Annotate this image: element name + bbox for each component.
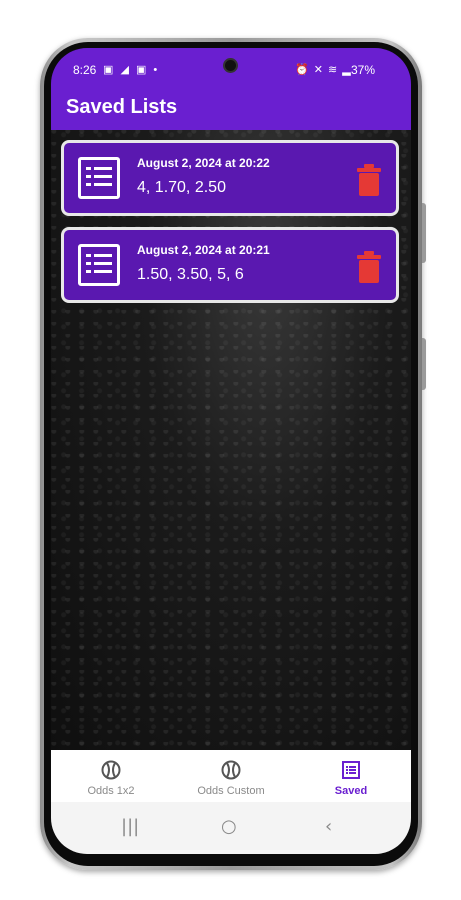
background-texture (51, 130, 411, 750)
nav-label: Odds Custom (197, 785, 265, 797)
nav-saved[interactable]: Saved (291, 750, 411, 802)
system-navigation-bar: ||| ○ ‹ (51, 802, 411, 854)
recent-apps-button[interactable]: ||| (121, 816, 139, 837)
list-icon (78, 157, 120, 199)
nav-odds-custom[interactable]: Odds Custom (171, 750, 291, 802)
soccer-ball-icon (101, 760, 121, 780)
saved-list-card[interactable]: August 2, 2024 at 20:21 1.50, 3.50, 5, 6 (61, 227, 399, 303)
nav-odds-1x2[interactable]: Odds 1x2 (51, 750, 171, 802)
nav-label: Odds 1x2 (87, 785, 135, 797)
delete-icon[interactable] (356, 250, 382, 284)
front-camera (223, 58, 238, 73)
list-icon (78, 244, 120, 286)
screen: 8:26 ▣ ◢ ▣ • ⏰ ✕ ≋ ▂ 37% Saved Lists Aug… (51, 48, 411, 854)
saved-list-card[interactable]: August 2, 2024 at 20:22 4, 1.70, 2.50 (61, 140, 399, 216)
power-button (422, 338, 426, 390)
battery-level: 37% (351, 63, 376, 77)
page-title: Saved Lists (66, 96, 178, 118)
notification-icons: ▣ ◢ ▣ • (103, 64, 160, 76)
saved-list-date: August 2, 2024 at 20:21 (137, 243, 270, 257)
home-button[interactable]: ○ (221, 816, 237, 837)
list-icon (342, 761, 360, 779)
soccer-ball-icon (221, 760, 241, 780)
back-button[interactable]: ‹ (325, 816, 332, 837)
delete-icon[interactable] (356, 163, 382, 197)
status-time: 8:26 (73, 63, 97, 77)
saved-list-date: August 2, 2024 at 20:22 (137, 156, 270, 170)
bottom-navigation: Odds 1x2 Odds Custom Saved (51, 750, 411, 802)
status-bar: 8:26 ▣ ◢ ▣ • ⏰ ✕ ≋ ▂ 37% (51, 48, 411, 84)
volume-button (422, 203, 426, 263)
saved-list-values: 4, 1.70, 2.50 (137, 179, 226, 196)
nav-label: Saved (334, 785, 368, 797)
system-status-icons: ⏰ ✕ ≋ ▂ (295, 64, 352, 76)
app-bar: Saved Lists (51, 84, 411, 130)
saved-lists-content: August 2, 2024 at 20:22 4, 1.70, 2.50 Au… (51, 130, 411, 750)
saved-list-values: 1.50, 3.50, 5, 6 (137, 266, 244, 283)
